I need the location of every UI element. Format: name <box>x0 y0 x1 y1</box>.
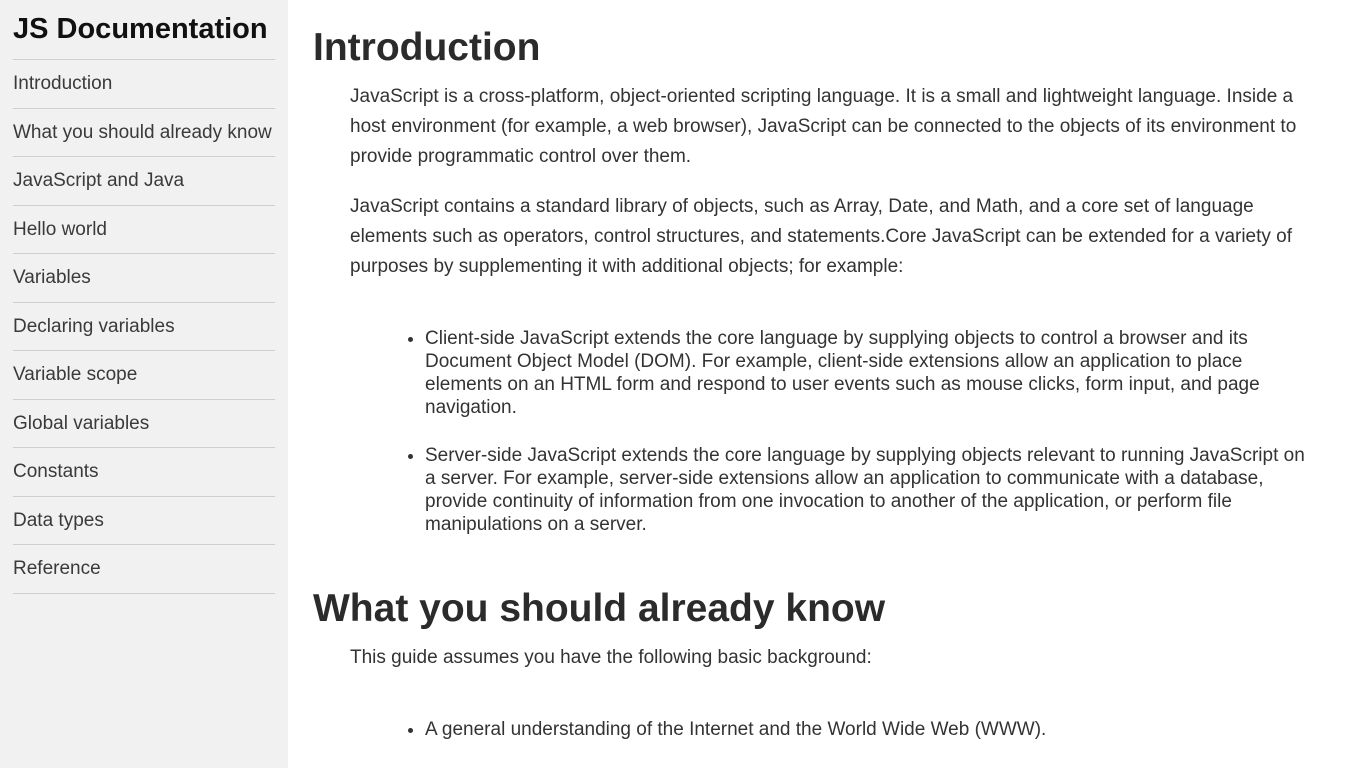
section-introduction: Introduction JavaScript is a cross-platf… <box>313 25 1323 536</box>
section-what-you-should-already-know: What you should already know This guide … <box>313 586 1323 741</box>
sidebar-item-variables: Variables <box>13 254 275 303</box>
nav-link-constants[interactable]: Constants <box>13 448 275 496</box>
nav-link-data-types[interactable]: Data types <box>13 497 275 545</box>
nav-link-declaring-variables[interactable]: Declaring variables <box>13 303 275 351</box>
nav-link-introduction[interactable]: Introduction <box>13 60 275 108</box>
sidebar-item-data-types: Data types <box>13 497 275 545</box>
intro-bullet-list: Client-side JavaScript extends the core … <box>313 327 1323 536</box>
sidebar-item-global-variables: Global variables <box>13 400 275 448</box>
section-heading-introduction: Introduction <box>313 26 541 69</box>
nav-link-javascript-and-java[interactable]: JavaScript and Java <box>13 157 275 205</box>
intro-paragraph-1: JavaScript is a cross-platform, object-o… <box>350 86 1297 167</box>
list-item: Client-side JavaScript extends the core … <box>425 327 1308 419</box>
sidebar-item-reference: Reference <box>13 545 275 594</box>
intro-paragraph-2: JavaScript contains a standard library o… <box>350 196 1293 277</box>
nav-link-hello-world[interactable]: Hello world <box>13 206 275 254</box>
sidebar-menu: Introduction What you should already kno… <box>13 60 275 594</box>
nav-link-global-variables[interactable]: Global variables <box>13 400 275 448</box>
sidebar-item-hello-world: Hello world <box>13 206 275 254</box>
list-item: Server-side JavaScript extends the core … <box>425 444 1308 536</box>
sidebar-item-introduction: Introduction <box>13 60 275 109</box>
sidebar-item-variable-scope: Variable scope <box>13 351 275 400</box>
know-bullet-list: A general understanding of the Internet … <box>313 718 1323 741</box>
nav-link-reference[interactable]: Reference <box>13 545 275 593</box>
nav-link-what-you-should-already-know[interactable]: What you should already know <box>13 109 275 157</box>
nav-link-variable-scope[interactable]: Variable scope <box>13 351 275 399</box>
sidebar-item-declaring-variables: Declaring variables <box>13 303 275 351</box>
list-item: A general understanding of the Internet … <box>425 718 1308 741</box>
nav-link-variables[interactable]: Variables <box>13 254 275 302</box>
section-heading-what-you-should-already-know: What you should already know <box>313 587 886 630</box>
sidebar-item-constants: Constants <box>13 448 275 497</box>
sidebar-item-what-you-should-already-know: What you should already know <box>13 109 275 157</box>
sidebar-item-javascript-and-java: JavaScript and Java <box>13 157 275 206</box>
know-paragraph-1: This guide assumes you have the followin… <box>350 647 872 668</box>
sidebar-nav: JS Documentation Introduction What you s… <box>0 0 288 768</box>
main-content: Introduction JavaScript is a cross-platf… <box>313 0 1323 766</box>
sidebar-title: JS Documentation <box>13 0 275 60</box>
